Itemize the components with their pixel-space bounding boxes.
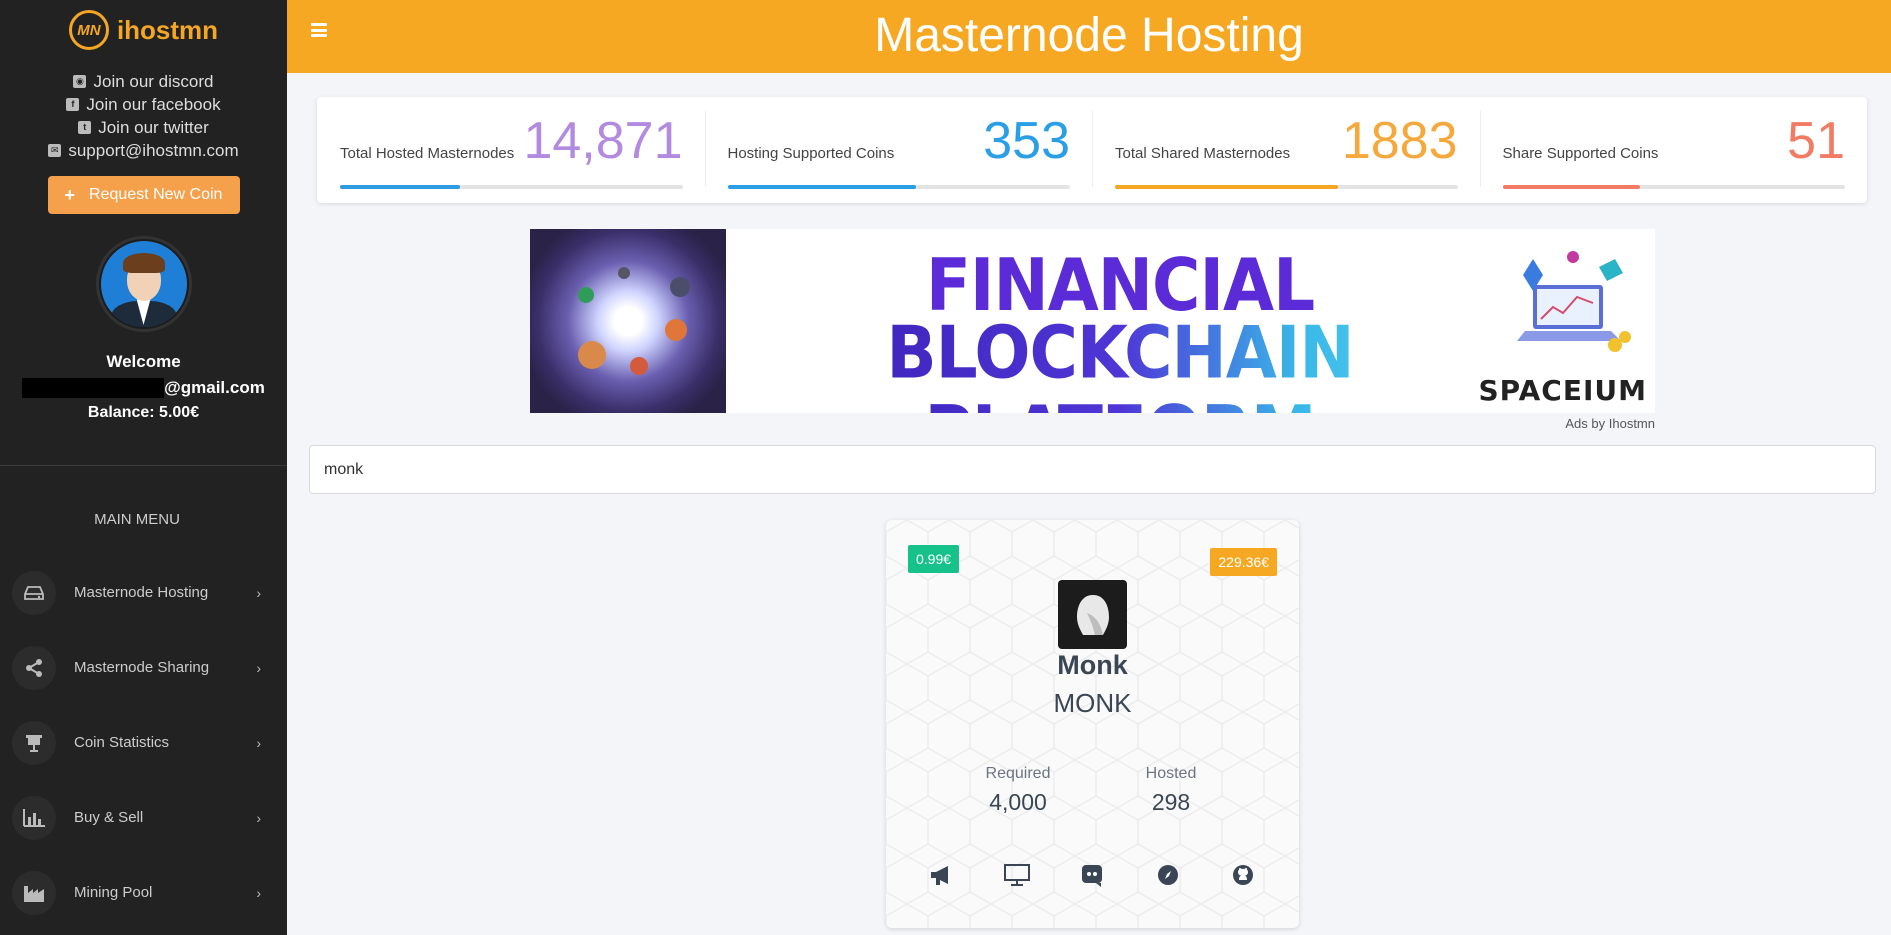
stat-progress-bar <box>1502 185 1845 189</box>
hosted-label: Hosted <box>1145 765 1197 782</box>
twitter-link-label: Join our twitter <box>98 117 209 137</box>
support-email-link[interactable]: ✉ support@ihostmn.com <box>0 139 287 162</box>
presentation-icon <box>12 720 56 765</box>
email-redaction <box>22 378 165 398</box>
hosted-value: 298 <box>1151 789 1191 815</box>
facebook-icon: f <box>66 98 80 111</box>
ad-headline-line2: BLOCKCHAIN PLATFORM <box>760 313 1480 413</box>
stat-progress-bar <box>1115 185 1458 189</box>
chevron-right-icon: › <box>256 809 261 826</box>
stat-hosting-coins: Hosting Supported Coins 353 <box>704 97 1093 203</box>
welcome-text: Welcome <box>106 352 181 371</box>
facebook-link-label: Join our facebook <box>86 94 221 114</box>
share-icon <box>12 645 56 690</box>
factory-icon <box>12 870 56 915</box>
stats-panel: Total Hosted Masternodes 14,871 Hosting … <box>317 97 1867 203</box>
hard-drive-icon <box>12 570 56 615</box>
stat-progress-fill <box>727 185 916 189</box>
twitter-link[interactable]: t Join our twitter <box>0 116 287 139</box>
coin-card[interactable]: 0.99€ 229.36€ Monk MONK Required 4,000 H… <box>886 520 1299 928</box>
stat-progress-fill <box>1115 185 1338 189</box>
stat-progress-bar <box>340 185 683 189</box>
sidebar-item-mining-pool[interactable]: Mining Pool › <box>0 855 287 930</box>
sidebar-item-masternode-sharing[interactable]: Masternode Sharing › <box>0 630 287 705</box>
stat-label: Total Shared Masternodes <box>1115 145 1291 162</box>
envelope-icon: ✉ <box>48 144 62 157</box>
ad-headline: FINANCIAL BLOCKCHAIN PLATFORM <box>760 247 1480 413</box>
stat-label: Share Supported Coins <box>1502 145 1659 162</box>
stat-progress-fill <box>1502 185 1640 189</box>
brand-logo-icon: MN <box>68 10 109 50</box>
coin-links <box>886 860 1299 890</box>
brand-name: ihostmn <box>116 14 219 45</box>
stat-value: 14,871 <box>523 112 683 170</box>
required-value: 4,000 <box>989 789 1047 815</box>
twitter-icon: t <box>78 121 92 134</box>
email-suffix: @gmail.com <box>164 378 265 397</box>
monitor-icon[interactable] <box>1002 860 1032 890</box>
megaphone-icon[interactable] <box>927 860 957 890</box>
ad-banner[interactable]: FINANCIAL BLOCKCHAIN PLATFORM SPACEIUM <box>530 229 1655 413</box>
bar-chart-icon <box>12 795 56 840</box>
stat-progress-fill <box>340 185 460 189</box>
required-label: Required <box>985 765 1051 782</box>
coin-ticker: MONK <box>1053 688 1132 718</box>
discord-icon: ◉ <box>73 75 87 88</box>
ads-credit: Ads by Ihostmn <box>1565 416 1655 431</box>
search-input[interactable] <box>309 445 1876 494</box>
laptop-illustration-icon <box>1517 251 1631 352</box>
compass-icon[interactable] <box>1153 860 1183 890</box>
stat-total-shared: Total Shared Masternodes 1883 <box>1092 97 1480 203</box>
avatar <box>95 236 192 332</box>
stat-progress-bar <box>727 185 1070 189</box>
stat-share-coins: Share Supported Coins 51 <box>1479 97 1868 203</box>
main-menu: Masternode Hosting › Masternode Sharing … <box>0 555 287 930</box>
hosted-metric: Hosted 298 <box>1096 765 1246 816</box>
price-badge: 0.99€ <box>908 545 960 573</box>
sidebar-item-label: Masternode Sharing <box>74 659 210 676</box>
social-links: ◉ Join our discord f Join our facebook t… <box>0 70 287 162</box>
stat-total-hosted: Total Hosted Masternodes 14,871 <box>317 97 705 203</box>
sidebar-item-buy-sell[interactable]: Buy & Sell › <box>0 780 287 855</box>
chevron-right-icon: › <box>256 659 261 676</box>
sidebar-item-label: Masternode Hosting <box>74 584 209 601</box>
facebook-link[interactable]: f Join our facebook <box>0 93 287 116</box>
sidebar-item-label: Mining Pool <box>74 884 153 901</box>
stat-label: Hosting Supported Coins <box>727 145 895 162</box>
stat-value: 1883 <box>1341 112 1458 170</box>
user-email: @gmail.com <box>0 378 287 398</box>
stat-label: Total Hosted Masternodes <box>340 145 515 162</box>
discord-link-label: Join our discord <box>93 71 214 91</box>
chevron-right-icon: › <box>256 734 261 751</box>
sidebar: MN ihostmn ◉ Join our discord f Join our… <box>0 0 287 935</box>
stat-value: 353 <box>983 112 1070 170</box>
stat-value: 51 <box>1787 112 1845 170</box>
galaxy-image <box>530 229 726 413</box>
request-new-coin-button[interactable]: + Request New Coin <box>47 176 240 214</box>
ad-brand: SPACEIUM <box>1478 374 1647 407</box>
sidebar-item-coin-statistics[interactable]: Coin Statistics › <box>0 705 287 780</box>
balance: Balance: 5.00€ <box>87 404 200 421</box>
sidebar-divider <box>0 465 287 466</box>
top-bar: Masternode Hosting <box>287 0 1891 73</box>
required-metric: Required 4,000 <box>943 765 1093 816</box>
support-email-label: support@ihostmn.com <box>68 140 239 160</box>
collateral-price-badge: 229.36€ <box>1210 548 1277 576</box>
discord-link[interactable]: ◉ Join our discord <box>0 70 287 93</box>
github-icon[interactable] <box>1228 860 1258 890</box>
brand[interactable]: MN ihostmn <box>0 0 287 52</box>
sidebar-item-label: Buy & Sell <box>74 809 144 826</box>
sidebar-item-label: Coin Statistics <box>74 734 170 751</box>
sidebar-item-masternode-hosting[interactable]: Masternode Hosting › <box>0 555 287 630</box>
page-title: Masternode Hosting <box>874 9 1304 62</box>
user-avatar-icon <box>100 241 187 327</box>
chevron-right-icon: › <box>256 884 261 901</box>
chevron-right-icon: › <box>256 584 261 601</box>
plus-icon: + <box>64 184 76 205</box>
request-new-coin-label: Request New Coin <box>89 186 223 203</box>
menu-title: MAIN MENU <box>94 511 180 528</box>
monk-logo-icon <box>1058 580 1127 649</box>
coin-name: Monk <box>1057 650 1128 680</box>
discord-icon[interactable] <box>1077 860 1107 890</box>
